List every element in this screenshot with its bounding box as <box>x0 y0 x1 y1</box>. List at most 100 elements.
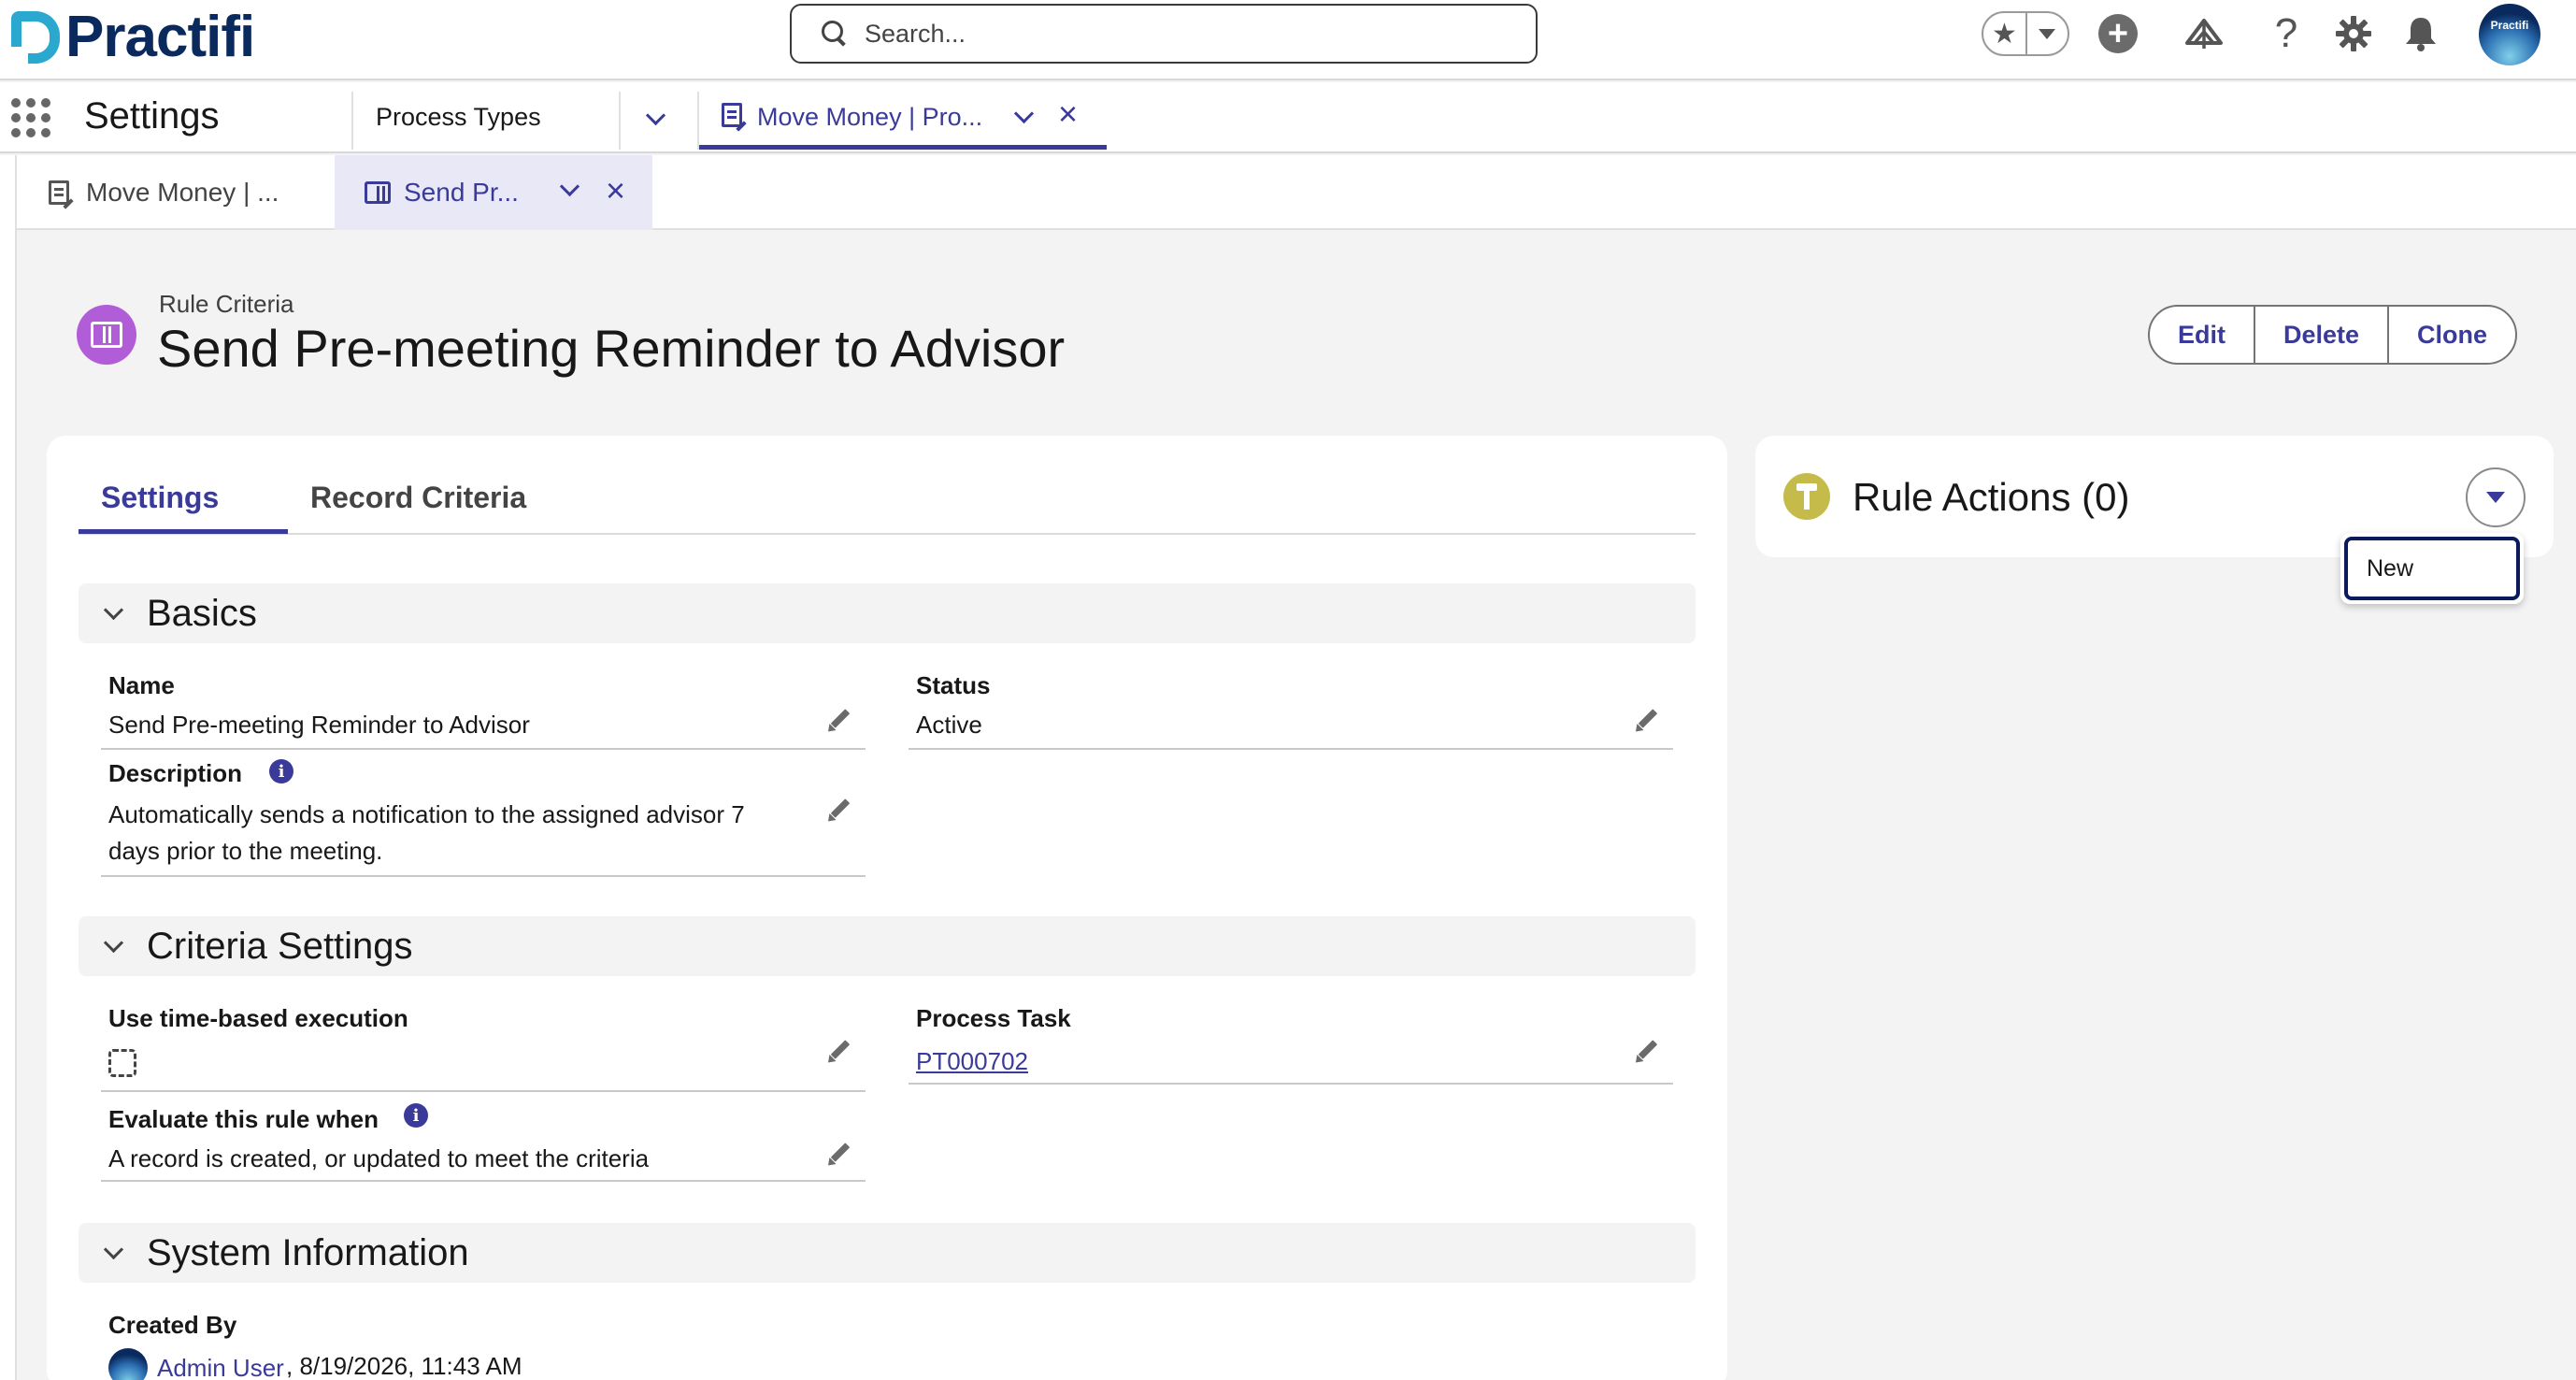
menu-item-new[interactable]: New <box>2344 537 2520 600</box>
document-icon <box>49 180 69 205</box>
tab-record-criteria[interactable]: Record Criteria <box>310 481 526 515</box>
rule-actions-icon <box>1783 473 1830 520</box>
clone-button[interactable]: Clone <box>2389 307 2515 363</box>
hammer-icon <box>1796 483 1817 510</box>
evaluate-rule-info-icon[interactable]: i <box>404 1103 428 1128</box>
time-based-execution-checkbox[interactable] <box>108 1049 136 1077</box>
edit-button[interactable]: Edit <box>2150 307 2255 363</box>
logo-text: Practifi <box>65 5 255 69</box>
section-basics-header[interactable]: Basics <box>79 583 1696 643</box>
search-input[interactable] <box>865 19 1500 49</box>
section-collapse-chevron-down-icon <box>103 1239 124 1259</box>
global-search[interactable] <box>790 4 1538 64</box>
close-tab-icon[interactable]: × <box>1058 97 1078 131</box>
favorites-group: ★ <box>1982 11 2069 56</box>
help-button[interactable]: ? <box>2264 10 2309 56</box>
section-title: System Information <box>147 1231 469 1273</box>
subtab-menu-chevron-down-icon[interactable] <box>559 176 580 197</box>
caret-down-icon <box>2039 28 2056 39</box>
workspace-tab-label: Move Money | Pro... <box>757 103 983 131</box>
section-system-information-header[interactable]: System Information <box>79 1223 1696 1283</box>
active-tab-indicator <box>79 529 288 534</box>
section-title: Basics <box>147 592 257 634</box>
field-divider <box>101 748 866 750</box>
edit-time-based-pencil-icon[interactable] <box>824 1034 856 1066</box>
close-subtab-icon[interactable]: × <box>606 174 625 208</box>
field-divider <box>101 1180 866 1182</box>
book-icon <box>365 181 391 204</box>
global-header: Practifi ★ + ? <box>0 0 2576 80</box>
rule-actions-dropdown-menu: New <box>2340 533 2524 604</box>
time-based-execution-label: Use time-based execution <box>108 1004 408 1032</box>
trailhead-icon <box>2185 19 2223 49</box>
avatar-text: Practifi <box>2490 19 2529 32</box>
subtab-bar: Move Money | ... Send Pr... × <box>17 155 2576 230</box>
bell-icon <box>2406 18 2436 51</box>
created-by-avatar <box>108 1348 148 1380</box>
status-label: Status <box>916 671 991 699</box>
field-divider <box>909 1083 1673 1085</box>
rule-actions-menu-button[interactable] <box>2466 467 2526 527</box>
tab-menu-chevron-down-icon[interactable] <box>1013 103 1035 124</box>
star-icon: ★ <box>1992 18 2017 50</box>
app-launcher-waffle-icon[interactable] <box>11 98 50 137</box>
nav-item-process-types[interactable]: Process Types <box>376 103 541 132</box>
record-actions: Edit Delete Clone <box>2148 305 2518 365</box>
name-label: Name <box>108 671 175 699</box>
delete-button[interactable]: Delete <box>2255 307 2390 363</box>
plus-icon: + <box>2098 14 2138 53</box>
help-icon: ? <box>2274 10 2298 56</box>
process-task-link[interactable]: PT000702 <box>916 1043 1028 1080</box>
tab-divider <box>79 533 1696 535</box>
field-divider <box>101 875 866 877</box>
document-icon <box>722 103 742 127</box>
workspace-tab-move-money[interactable]: Move Money | Pro... × <box>699 82 1107 150</box>
page-title: Send Pre-meeting Reminder to Advisor <box>157 319 1066 378</box>
search-icon <box>822 21 848 47</box>
evaluate-rule-label: Evaluate this rule when <box>108 1105 379 1133</box>
practifi-logo-mark-icon <box>11 11 60 64</box>
app-name: Settings <box>84 95 220 137</box>
record-object-label: Rule Criteria <box>159 290 294 318</box>
section-title: Criteria Settings <box>147 925 413 967</box>
process-task-label: Process Task <box>916 1004 1071 1032</box>
subtab-label: Send Pr... <box>404 178 519 207</box>
name-value: Send Pre-meeting Reminder to Advisor <box>108 711 530 739</box>
nav-divider <box>351 92 353 150</box>
nav-divider <box>619 92 621 150</box>
gear-icon <box>2336 16 2371 51</box>
subtab-label: Move Money | ... <box>86 178 279 207</box>
created-by-user-link[interactable]: Admin User <box>157 1350 284 1380</box>
rule-actions-title[interactable]: Rule Actions (0) <box>1853 475 2129 520</box>
edit-name-pencil-icon[interactable] <box>824 703 856 735</box>
section-criteria-settings-header[interactable]: Criteria Settings <box>79 916 1696 976</box>
evaluate-rule-value: A record is created, or updated to meet … <box>108 1144 650 1172</box>
favorites-dropdown-button[interactable] <box>2027 13 2068 54</box>
subtab-send-pre-meeting[interactable]: Send Pr... × <box>335 155 652 230</box>
caret-down-icon <box>2486 492 2505 503</box>
process-types-menu-chevron-down-icon[interactable] <box>645 105 666 126</box>
description-info-icon[interactable]: i <box>269 759 293 783</box>
description-value-line-1: Automatically sends a notification to th… <box>108 800 745 828</box>
global-actions-button[interactable]: + <box>2096 11 2140 56</box>
notifications-button[interactable] <box>2398 11 2443 56</box>
practifi-logo[interactable]: Practifi <box>11 4 255 71</box>
setup-button[interactable] <box>2331 11 2376 56</box>
field-divider <box>909 748 1673 750</box>
rule-criteria-record-icon <box>77 305 136 365</box>
edit-process-task-pencil-icon[interactable] <box>1632 1034 1664 1066</box>
edit-description-pencil-icon[interactable] <box>824 793 856 825</box>
section-collapse-chevron-down-icon <box>103 599 124 620</box>
favorites-star-button[interactable]: ★ <box>1983 13 2027 54</box>
subtab-move-money[interactable]: Move Money | ... <box>17 155 335 230</box>
field-divider <box>101 1090 866 1092</box>
section-collapse-chevron-down-icon <box>103 932 124 953</box>
tab-settings[interactable]: Settings <box>101 481 219 515</box>
edit-evaluate-rule-pencil-icon[interactable] <box>824 1137 856 1169</box>
trailhead-button[interactable] <box>2182 11 2226 56</box>
user-avatar[interactable]: Practifi <box>2479 4 2540 65</box>
created-by-label: Created By <box>108 1311 237 1339</box>
description-label: Description <box>108 759 243 787</box>
left-rail <box>0 155 17 1380</box>
edit-status-pencil-icon[interactable] <box>1632 703 1664 735</box>
